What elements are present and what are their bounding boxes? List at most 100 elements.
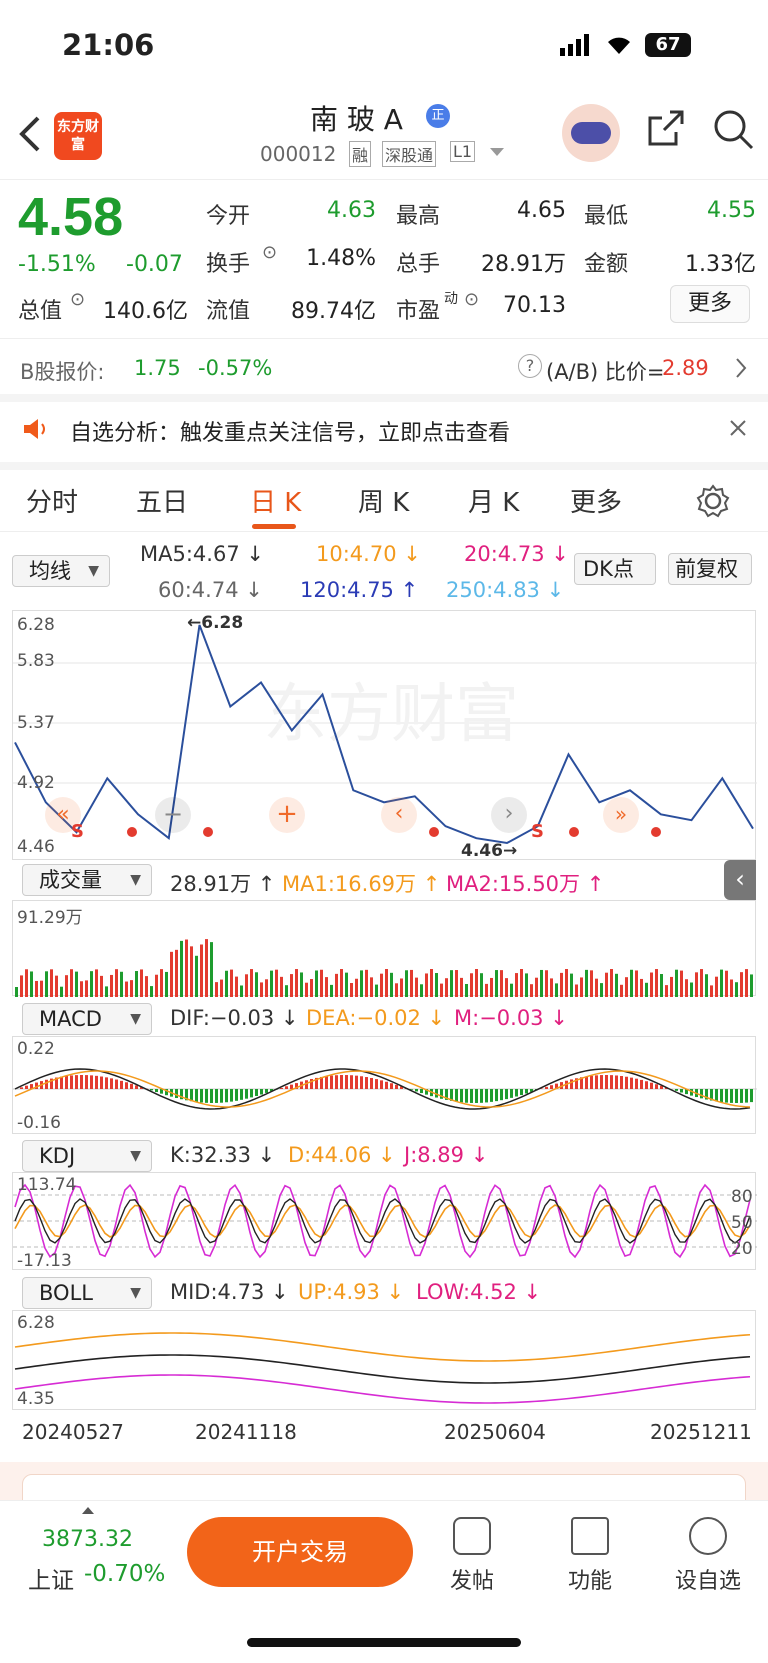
volume-bar [480, 973, 483, 997]
volume-bar [315, 970, 318, 997]
macd-bar [215, 1089, 218, 1103]
price-chart[interactable]: 东方财富 6.28 5.83 5.37 4.92 4.46 ←6.28 4.46… [12, 610, 757, 861]
function-button[interactable]: 功能 [550, 1517, 630, 1595]
volume-bar [520, 969, 523, 997]
volume-bar [140, 969, 143, 997]
volume-bar [110, 974, 113, 997]
macd-select[interactable]: MACD ▼ [22, 1003, 152, 1035]
info-icon[interactable]: ⊙ [464, 289, 479, 310]
info-icon[interactable]: ⊙ [70, 289, 85, 310]
tab-weekly-k[interactable]: 周 K [358, 482, 409, 519]
kdj-axis-bottom: -17.13 [17, 1251, 72, 1271]
macd-bar [620, 1076, 623, 1089]
dk-point-button[interactable]: DK点 [574, 553, 656, 585]
chevron-right-icon[interactable] [734, 356, 748, 380]
chevron-down-icon[interactable] [490, 148, 504, 156]
index-value: 3873.32 [42, 1527, 133, 1552]
settings-icon[interactable] [696, 484, 730, 518]
scroll-left-icon[interactable]: ‹ [381, 797, 417, 833]
fast-forward-icon[interactable]: » [603, 797, 639, 833]
stock-name: 南 玻 A [310, 103, 403, 136]
expand-icon[interactable] [82, 1507, 94, 1514]
volume-bar [85, 980, 88, 997]
volume-bar [330, 984, 333, 997]
macd-bar [60, 1076, 63, 1089]
tab-intraday[interactable]: 分时 [26, 482, 78, 519]
more-button[interactable]: 更多 [670, 285, 750, 323]
macd-bar [115, 1079, 118, 1089]
boll-plot [14, 1332, 751, 1404]
tab-monthly-k[interactable]: 月 K [468, 482, 519, 519]
volume-bar [620, 984, 623, 997]
close-icon[interactable] [728, 418, 748, 438]
macd-bar [70, 1075, 73, 1089]
kdj-ref-80: 80 [731, 1187, 753, 1207]
robot-avatar-icon[interactable] [562, 104, 620, 162]
kdj-select[interactable]: KDJ ▼ [22, 1140, 152, 1172]
macd-bar [480, 1089, 483, 1103]
macd-bar [120, 1080, 123, 1089]
volume-bar [150, 986, 153, 997]
volume-bar [275, 969, 278, 997]
boll-chart: 6.28 4.35 [12, 1310, 756, 1410]
volume-bar [340, 969, 343, 997]
zoom-out-icon[interactable]: − [155, 797, 191, 833]
macd-bar [100, 1076, 103, 1089]
post-button[interactable]: 发帖 [432, 1517, 512, 1595]
volume-bar [710, 985, 713, 997]
volume-bar [235, 976, 238, 997]
macd-bar [680, 1089, 683, 1093]
ma-select[interactable]: 均线 ▼ [12, 555, 110, 587]
volume-bar [55, 975, 58, 997]
volume-bar [145, 976, 148, 997]
search-icon[interactable] [712, 108, 754, 150]
volume-bar [475, 969, 478, 997]
low-label: 最低 [584, 204, 629, 229]
watchlist-button[interactable]: 设自选 [668, 1517, 748, 1595]
watermark: 东方财富 [263, 678, 519, 752]
adjust-button[interactable]: 前复权 [668, 553, 752, 585]
signal-s-marker: S [71, 821, 84, 842]
macd-bar [240, 1089, 243, 1100]
open-account-button[interactable]: 开户交易 [187, 1517, 413, 1587]
macd-bar [610, 1075, 613, 1089]
macd-bar [80, 1075, 83, 1089]
macd-bar [570, 1079, 573, 1089]
notice-text[interactable]: 自选分析：触发重点关注信号，立即点击查看 [70, 415, 510, 447]
volume-select[interactable]: 成交量 ▼ [22, 864, 152, 896]
macd-chart: 0.22 -0.16 [12, 1036, 757, 1134]
macd-bar [510, 1089, 513, 1098]
volume-bar [675, 969, 678, 997]
zoom-in-icon[interactable]: + [269, 797, 305, 833]
volume-bar [605, 972, 608, 997]
turnover-label: 换手 [206, 252, 251, 277]
boll-select[interactable]: BOLL ▼ [22, 1277, 152, 1309]
volume-bar [265, 979, 268, 997]
macd-bar [635, 1078, 638, 1089]
volume-bar [420, 984, 423, 997]
mktcap-label: 总值 [18, 299, 63, 324]
tab-more[interactable]: 更多 [570, 482, 622, 519]
volume-bar [530, 984, 533, 997]
tab-daily-k[interactable]: 日 K [250, 482, 301, 519]
scroll-right-icon[interactable]: › [491, 797, 527, 833]
volume-bar [625, 977, 628, 997]
macd-bar [280, 1087, 283, 1089]
volume-bar [20, 975, 23, 997]
back-icon[interactable] [18, 114, 42, 154]
info-icon[interactable]: ⊙ [262, 242, 277, 263]
share-icon[interactable] [646, 108, 686, 148]
volume-bar [125, 981, 128, 997]
change-value: -0.07 [126, 252, 183, 277]
macd-bar [340, 1075, 343, 1089]
volume-bar [540, 969, 543, 997]
volume-bar [225, 970, 228, 997]
macd-bar [130, 1083, 133, 1089]
volume-bar [405, 970, 408, 997]
volume-bar [90, 971, 93, 997]
tab-five-day[interactable]: 五日 [136, 482, 188, 519]
help-icon[interactable]: ? [518, 354, 542, 378]
collapse-panel-icon[interactable]: ‹ [724, 860, 756, 900]
macd-bar [655, 1084, 658, 1089]
volume-bar [105, 986, 108, 997]
